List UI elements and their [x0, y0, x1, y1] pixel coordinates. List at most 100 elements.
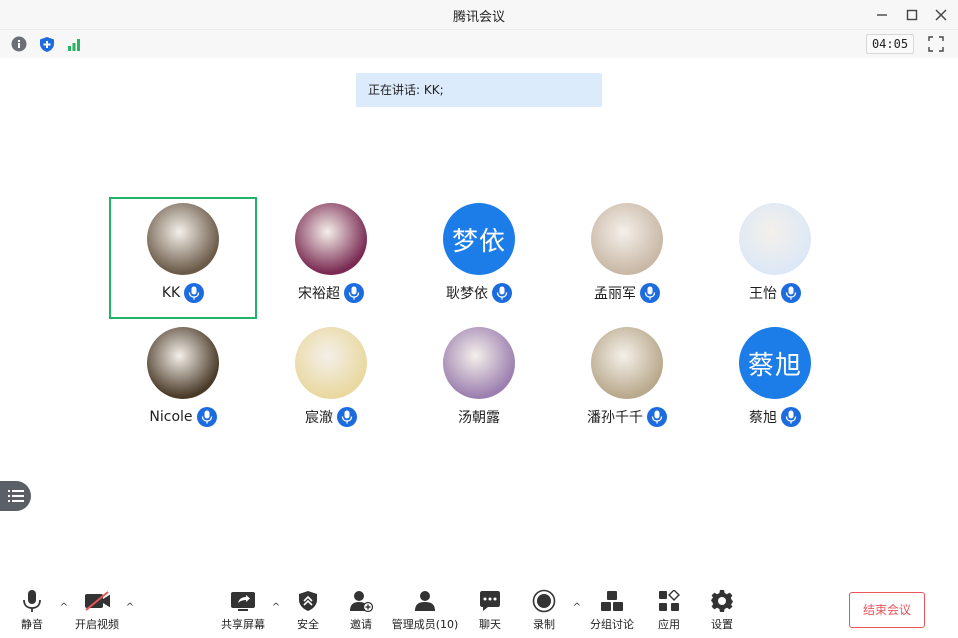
mute-options-chevron-icon[interactable]: ^ — [59, 602, 69, 613]
invite-button[interactable]: 邀请 — [346, 588, 376, 634]
members-icon — [412, 588, 438, 614]
apps-label: 应用 — [658, 618, 680, 631]
participant-name: 宸澈 — [305, 410, 333, 426]
participant-tile[interactable]: KK — [109, 197, 257, 319]
participant-tile[interactable]: 王怡 — [701, 197, 849, 319]
breakout-rooms-button[interactable]: 分组讨论 — [588, 588, 636, 634]
security-button[interactable]: 安全 — [293, 588, 323, 634]
participant-name-row: 汤朝露 — [458, 407, 500, 427]
participant-name: 耿梦依 — [446, 286, 488, 302]
security-shield-icon — [295, 588, 321, 614]
participant-name: 王怡 — [749, 286, 777, 302]
microphone-icon — [647, 407, 667, 427]
meeting-toolbar: 静音 ^ 开启视频 ^ 共享屏幕 ^ 安全 邀请 管理成员(10) 聊天 录制 … — [0, 582, 958, 638]
record-icon — [531, 588, 557, 614]
chat-button[interactable]: 聊天 — [475, 588, 505, 634]
invite-label: 邀请 — [350, 618, 372, 631]
microphone-icon — [196, 407, 217, 427]
participant-avatar — [739, 203, 811, 275]
microphone-icon — [19, 588, 45, 614]
participant-tile[interactable]: Nicole — [109, 321, 257, 443]
minimize-icon[interactable] — [871, 4, 893, 26]
participant-tile[interactable]: 宋裕超 — [257, 197, 405, 319]
participant-tile[interactable]: 潘孙千千 — [553, 321, 701, 443]
share-options-chevron-icon[interactable]: ^ — [271, 602, 281, 613]
speaking-indicator: 正在讲话: KK; — [356, 73, 602, 107]
breakout-label: 分组讨论 — [590, 618, 634, 631]
start-video-button[interactable]: 开启视频 — [72, 588, 122, 634]
participant-name-row: 宋裕超 — [298, 283, 364, 303]
window-title: 腾讯会议 — [452, 10, 505, 25]
microphone-icon — [337, 407, 357, 427]
settings-button[interactable]: 设置 — [707, 588, 737, 634]
signal-icon[interactable] — [66, 35, 84, 53]
manage-members-button[interactable]: 管理成员(10) — [390, 588, 460, 634]
participant-name: Nicole — [149, 409, 193, 425]
participant-name-row: KK — [161, 283, 205, 303]
apps-grid-icon — [656, 588, 682, 614]
video-label: 开启视频 — [75, 618, 119, 631]
meeting-timer: 04:05 — [866, 34, 914, 54]
participant-name-row: 蔡旭 — [749, 407, 801, 427]
participant-avatar — [443, 327, 515, 399]
breakout-icon — [599, 588, 625, 614]
participant-name-row: 孟丽军 — [594, 283, 660, 303]
record-options-chevron-icon[interactable]: ^ — [572, 602, 582, 613]
members-label: 管理成员(10) — [391, 618, 459, 631]
status-bar: 04:05 — [0, 30, 958, 58]
microphone-icon — [640, 283, 660, 303]
participant-avatar: 梦依 — [443, 203, 515, 275]
participant-name-row: 耿梦依 — [446, 283, 512, 303]
shield-icon[interactable] — [38, 35, 56, 53]
maximize-icon[interactable] — [901, 4, 923, 26]
apps-button[interactable]: 应用 — [654, 588, 684, 634]
participant-name-row: 潘孙千千 — [587, 407, 667, 427]
participant-tile[interactable]: 梦依耿梦依 — [405, 197, 553, 319]
mute-label: 静音 — [21, 618, 43, 631]
participant-avatar: 蔡旭 — [739, 327, 811, 399]
participant-name: 孟丽军 — [594, 286, 636, 302]
invite-user-icon — [348, 588, 374, 614]
participant-name: 蔡旭 — [749, 410, 777, 426]
participant-avatar — [147, 327, 219, 399]
gear-icon — [709, 588, 735, 614]
participant-avatar — [147, 203, 219, 275]
participant-tile[interactable]: 蔡旭 蔡旭 — [701, 321, 849, 443]
participant-avatar — [295, 327, 367, 399]
microphone-icon — [781, 283, 801, 303]
avatar-initials: 梦依 — [451, 226, 506, 257]
security-label: 安全 — [297, 618, 319, 631]
record-button[interactable]: 录制 — [529, 588, 559, 634]
title-bar: 腾讯会议 — [0, 0, 958, 30]
side-panel-toggle[interactable] — [0, 481, 31, 511]
fullscreen-icon[interactable] — [927, 35, 945, 53]
participant-name: KK — [161, 285, 181, 301]
chat-icon — [477, 588, 503, 614]
participant-name: 宋裕超 — [298, 286, 340, 302]
settings-label: 设置 — [711, 618, 733, 631]
avatar-initials: 蔡旭 — [747, 350, 802, 381]
share-screen-icon — [230, 588, 256, 614]
microphone-icon — [492, 283, 512, 303]
participant-avatar — [591, 327, 663, 399]
info-icon[interactable] — [10, 35, 28, 53]
end-meeting-button[interactable]: 结束会议 — [849, 592, 925, 628]
microphone-icon — [184, 283, 205, 303]
participant-name: 汤朝露 — [458, 410, 500, 426]
mute-button[interactable]: 静音 — [17, 588, 47, 634]
share-screen-button[interactable]: 共享屏幕 — [219, 588, 267, 634]
chat-label: 聊天 — [479, 618, 501, 631]
participant-tile[interactable]: 宸澈 — [257, 321, 405, 443]
participant-name-row: 王怡 — [749, 283, 801, 303]
participant-tile[interactable]: 孟丽军 — [553, 197, 701, 319]
video-off-icon — [84, 588, 110, 614]
microphone-icon — [344, 283, 364, 303]
list-icon — [7, 490, 24, 502]
participant-avatar — [295, 203, 367, 275]
record-label: 录制 — [533, 618, 555, 631]
participant-name: 潘孙千千 — [587, 410, 643, 426]
close-icon[interactable] — [930, 4, 952, 26]
video-options-chevron-icon[interactable]: ^ — [125, 602, 135, 613]
participant-tile[interactable]: 汤朝露 — [405, 321, 553, 443]
participant-avatar — [591, 203, 663, 275]
